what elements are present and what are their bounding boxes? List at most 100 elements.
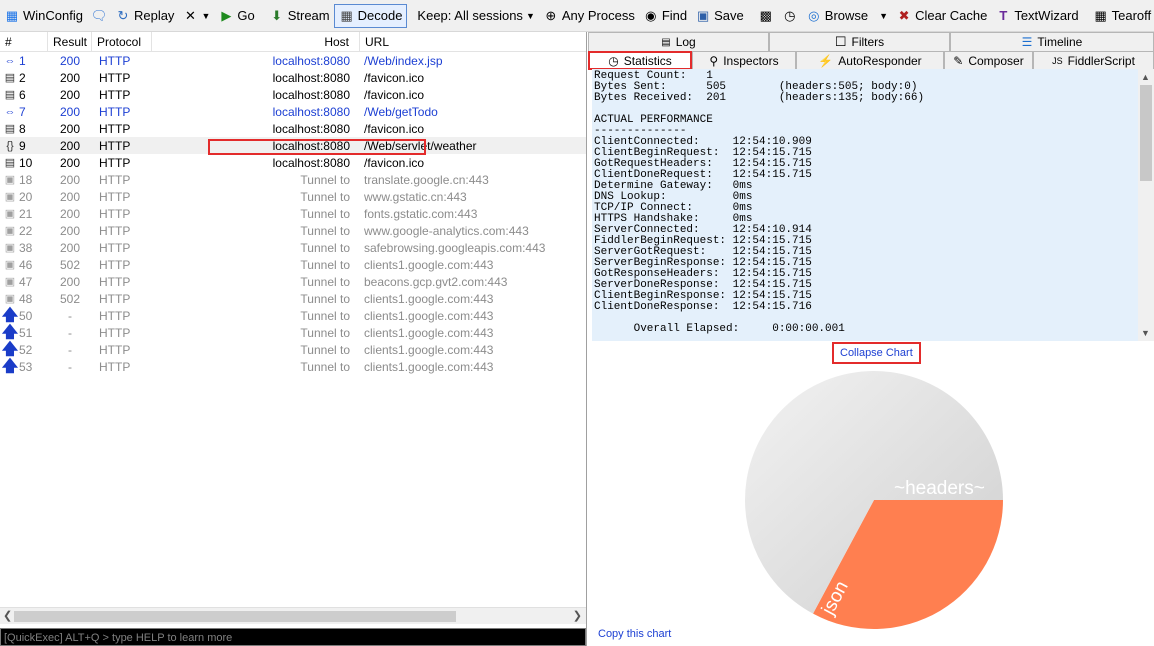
session-protocol: HTTP [99,291,131,306]
column-host[interactable]: Host [152,32,360,52]
document-icon: ▤ [4,156,16,169]
session-row[interactable]: ▣ 48 502 HTTP Tunnel to clients1.google.com:4… [0,290,586,307]
session-row[interactable]: 🡅 52 - HTTP Tunnel to clients1.google.com:443 [0,341,586,358]
scrollbar-thumb[interactable] [14,611,456,622]
copy-chart-link[interactable]: Copy this chart [598,628,671,640]
session-result: 200 [59,53,81,68]
arrows-icon: ⇔ [4,54,16,67]
any-process-button[interactable]: ⊕ Any Process [539,4,639,28]
timeline-icon: ☰ [1021,35,1033,49]
session-url: translate.google.cn:443 [364,172,489,187]
quickexec-input[interactable]: [QuickExec] ALT+Q > type HELP to learn m… [0,628,586,646]
tab-composer[interactable]: ✎ Composer [944,51,1033,70]
session-row[interactable]: 🡅 51 - HTTP Tunnel to clients1.google.com:443 [0,324,586,341]
chevron-down-icon: ▼ [201,10,211,21]
tab-filters[interactable]: ☐ Filters [769,32,950,51]
session-result: - [68,342,72,357]
document-icon: ▤ [4,88,16,101]
session-row[interactable]: ▤ 6 200 HTTP localhost:8080/favicon.ico [0,86,586,103]
session-protocol: HTTP [99,155,131,170]
stopwatch-icon: ◷ [608,53,619,68]
session-row[interactable]: ▤ 8 200 HTTP localhost:8080/favicon.ico [0,120,586,137]
tab-log[interactable]: ▤ Log [588,32,769,51]
session-protocol: HTTP [99,87,131,102]
session-result: 200 [59,121,81,136]
up-arrow-icon: 🡅 [1,323,19,341]
session-number: ▤ 10 [4,155,33,170]
replay-button[interactable]: ↻ Replay [111,4,178,28]
tearoff-button[interactable]: ▦ Tearoff [1089,4,1154,28]
horizontal-scrollbar[interactable]: ❮ ❯ [0,607,586,624]
statistics-text: Request Count: 1 Bytes Sent: 505 (headers… [592,69,1140,341]
browse-button[interactable]: ◎ Browse ▼ [802,4,892,28]
session-result: 200 [59,172,81,187]
pie-label: ~headers~ [894,478,985,499]
download-arrow-icon: ⬇ [271,7,283,23]
scroll-right-icon[interactable]: ❯ [573,608,582,625]
toolbar: ▦ WinConfig 🗨 ↻ Replay ✕ ▼ ▶ Go ⬇ Stream ▦ Dec… [0,0,1154,32]
binoculars-icon: ◉ [645,7,657,23]
script-icon: JS [1052,56,1063,66]
session-host: Tunnel to [300,308,350,323]
scrollbar-thumb[interactable] [1140,85,1152,181]
session-result: 200 [59,155,81,170]
session-number: ▣ 46 [4,257,33,272]
collapse-chart-link[interactable]: Collapse Chart [832,342,921,364]
session-host: localhost:8080 [272,104,350,119]
stream-button[interactable]: ⬇ Stream [265,4,334,28]
timer-button[interactable]: ◷ [778,4,802,28]
session-row[interactable]: 🡅 50 - HTTP Tunnel to clients1.google.com:443 [0,307,586,324]
screenshot-button[interactable]: ▩ [754,4,778,28]
column-url[interactable]: URL [360,32,586,52]
session-result: 200 [59,223,81,238]
session-url: fonts.gstatic.com:443 [364,206,478,221]
session-result: - [68,359,72,374]
session-host: localhost:8080 [272,87,350,102]
session-row[interactable]: ▣ 21 200 HTTP Tunnel to fonts.gstatic.com:443 [0,205,586,222]
vertical-scrollbar[interactable]: ▲ ▼ [1138,69,1154,341]
tab-inspectors[interactable]: ⚲ Inspectors [692,51,796,70]
textwizard-button[interactable]: T TextWizard [991,4,1082,28]
clear-cache-button[interactable]: ✖ Clear Cache [892,4,991,28]
winconfig-button[interactable]: ▦ WinConfig [0,4,87,28]
remove-button[interactable]: ✕ ▼ [178,4,214,28]
scroll-down-icon[interactable]: ▼ [1141,328,1150,338]
session-host: Tunnel to [300,172,350,187]
session-row[interactable]: ▣ 20 200 HTTP Tunnel to www.gstatic.cn:443 [0,188,586,205]
session-row[interactable]: ▣ 38 200 HTTP Tunnel to safebrowsing.googleap… [0,239,586,256]
session-number: ▣ 48 [4,291,33,306]
save-button[interactable]: ▣ Save [691,4,748,28]
find-button[interactable]: ◉ Find [639,4,691,28]
session-host: Tunnel to [300,342,350,357]
session-row[interactable]: ▣ 22 200 HTTP Tunnel to www.google-analytics.… [0,222,586,239]
highlight-box [208,139,426,155]
session-protocol: HTTP [99,121,131,136]
replay-icon: ↻ [117,7,129,23]
session-number: ▣ 47 [4,274,33,289]
session-row[interactable]: ⇔ 7 200 HTTP localhost:8080/Web/getTodo [0,103,586,120]
tab-autoresponder[interactable]: ⚡ AutoResponder [796,51,944,70]
comment-button[interactable]: 🗨 [87,4,111,28]
session-row[interactable]: ▤ 2 200 HTTP localhost:8080/favicon.ico [0,69,586,86]
tab-statistics[interactable]: ◷ Statistics [588,51,692,70]
session-row[interactable]: 🡅 53 - HTTP Tunnel to clients1.google.com:443 [0,358,586,375]
keep-sessions-dropdown[interactable]: Keep: All sessions ▼ [413,4,538,28]
column-protocol[interactable]: Protocol [92,32,152,52]
session-row[interactable]: ▣ 46 502 HTTP Tunnel to clients1.google.com:4… [0,256,586,273]
session-row[interactable]: ▣ 47 200 HTTP Tunnel to beacons.gcp.gvt2.com:… [0,273,586,290]
column-result[interactable]: Result [48,32,92,52]
session-row[interactable]: ⇔ 1 200 HTTP localhost:8080/Web/index.jsp [0,52,586,69]
lock-icon: ▣ [4,190,16,203]
decode-button[interactable]: ▦ Decode [333,3,408,28]
scroll-left-icon[interactable]: ❮ [3,608,12,625]
tab-fiddlerscript[interactable]: JS FiddlerScript [1033,51,1154,70]
session-row[interactable]: ▤ 10 200 HTTP localhost:8080/favicon.ico [0,154,586,171]
go-button[interactable]: ▶ Go [214,4,258,28]
session-row[interactable]: ▣ 18 200 HTTP Tunnel to translate.google.cn:4… [0,171,586,188]
column-number[interactable]: # [0,32,48,52]
tab-timeline[interactable]: ☰ Timeline [950,32,1154,51]
session-result: 200 [59,240,81,255]
session-result: 200 [59,104,81,119]
scroll-up-icon[interactable]: ▲ [1141,72,1150,82]
session-protocol: HTTP [99,104,131,119]
